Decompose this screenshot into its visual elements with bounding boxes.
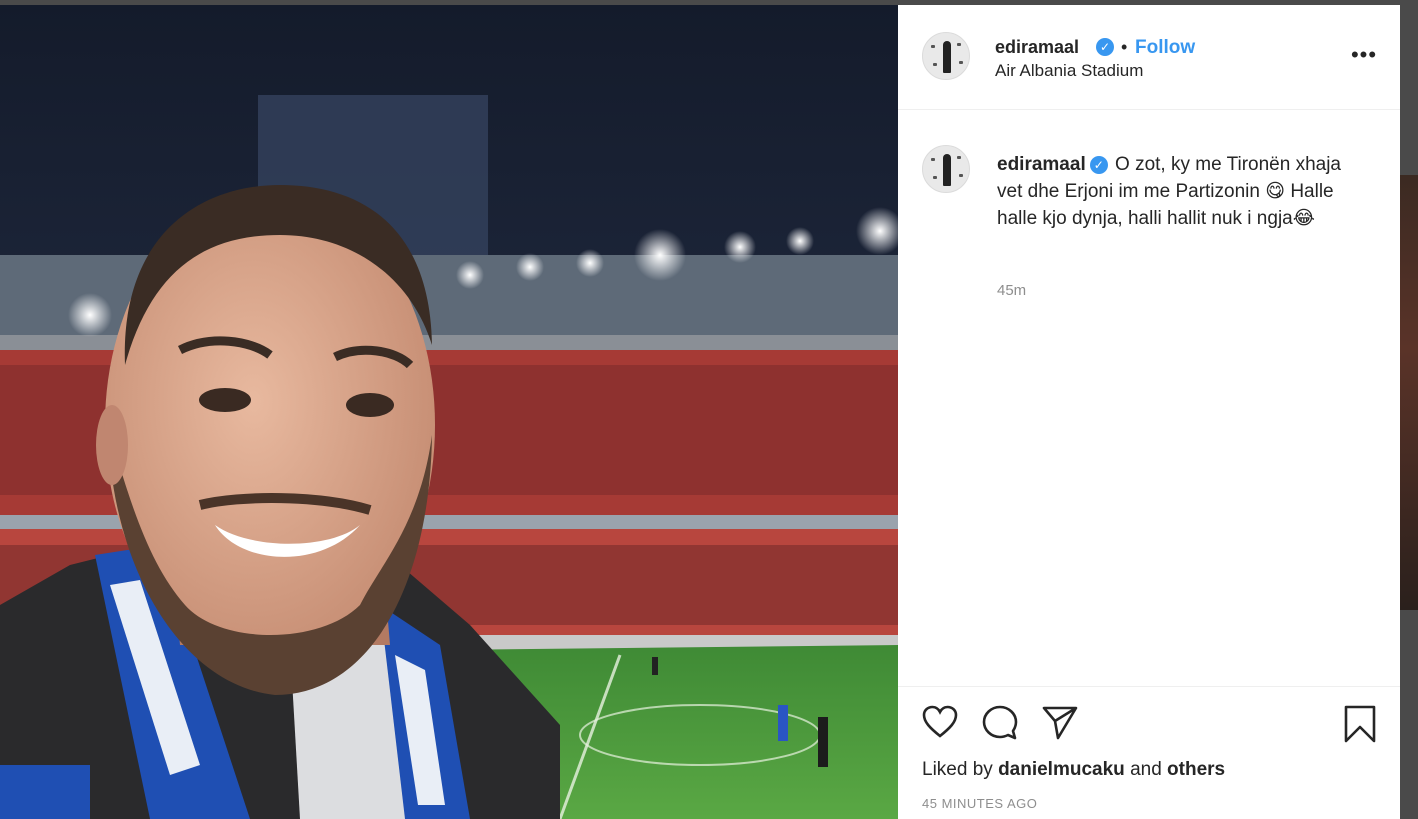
paper-plane-icon[interactable] <box>1042 705 1078 741</box>
caption-timestamp: 45m <box>997 282 1027 299</box>
follow-button[interactable]: Follow <box>1135 37 1195 59</box>
likes-summary: Liked by danielmucaku and others <box>922 759 1225 781</box>
post-photo-image <box>0 5 898 819</box>
caption-username[interactable]: ediramaal <box>997 154 1086 175</box>
verified-badge-icon: ✓ <box>1089 156 1108 174</box>
post-photo[interactable] <box>0 5 898 819</box>
location-link[interactable]: Air Albania Stadium <box>995 61 1143 81</box>
liked-by-user-link[interactable]: danielmucaku <box>998 759 1125 780</box>
author-avatar[interactable] <box>922 32 970 80</box>
comments-section[interactable]: ediramaal ✓ O zot, ky me Tironën xhaja ve… <box>898 111 1400 686</box>
likes-conjunction: and <box>1130 759 1162 780</box>
heart-icon[interactable] <box>922 705 958 739</box>
post-side-panel: ediramaal ✓ • Follow Air Albania Stadium… <box>898 5 1400 819</box>
post-timestamp[interactable]: 45 MINUTES AGO <box>922 796 1037 811</box>
likes-others-link[interactable]: others <box>1167 759 1225 780</box>
separator-dot: • <box>1121 37 1128 57</box>
likes-prefix: Liked by <box>922 759 993 780</box>
post-caption: ediramaal ✓ O zot, ky me Tironën xhaja ve… <box>997 151 1357 232</box>
caption-author-avatar[interactable] <box>922 145 970 193</box>
post-header: ediramaal ✓ • Follow Air Albania Stadium… <box>898 5 1400 110</box>
verified-badge-icon: ✓ <box>1096 38 1114 56</box>
more-options-button[interactable]: ••• <box>1348 43 1380 67</box>
comment-bubble-icon[interactable] <box>982 705 1018 741</box>
author-username[interactable]: ediramaal <box>995 37 1079 58</box>
background-post-edge <box>1400 175 1418 610</box>
more-dots-icon: ••• <box>1350 42 1378 67</box>
post-actions: Liked by danielmucaku and others 45 MINU… <box>898 686 1400 819</box>
bookmark-icon[interactable] <box>1344 705 1376 743</box>
